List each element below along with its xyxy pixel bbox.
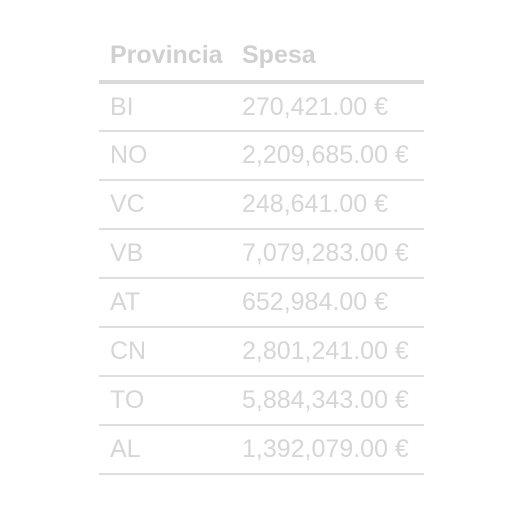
cell-spesa: 2,801,241.00 € <box>242 337 409 365</box>
table-row: VB 7,079,283.00 € <box>99 229 424 278</box>
table-row: BI 270,421.00 € <box>99 82 424 131</box>
table-row: NO 2,209,685.00 € <box>99 131 424 180</box>
header-spesa: Spesa <box>242 40 316 69</box>
cell-spesa: 248,641.00 € <box>242 190 388 218</box>
table-row: AL 1,392,079.00 € <box>99 425 424 474</box>
header-provincia: Provincia <box>110 40 223 69</box>
cell-spesa: 652,984.00 € <box>242 288 388 316</box>
table-row: TO 5,884,343.00 € <box>99 376 424 425</box>
cell-spesa: 270,421.00 € <box>242 92 388 121</box>
cell-spesa: 7,079,283.00 € <box>242 239 409 267</box>
cell-provincia: TO <box>110 386 145 414</box>
table-row: CN 2,801,241.00 € <box>99 327 424 376</box>
cell-spesa: 5,884,343.00 € <box>242 386 409 414</box>
cell-provincia: AT <box>110 288 141 316</box>
cell-spesa: 2,209,685.00 € <box>242 141 409 169</box>
cell-provincia: NO <box>110 141 148 169</box>
table-row: AT 652,984.00 € <box>99 278 424 327</box>
table-body: BI 270,421.00 € NO 2,209,685.00 € VC 248… <box>99 82 424 474</box>
header-row: Provincia Spesa <box>99 30 424 82</box>
cell-provincia: VB <box>110 239 144 267</box>
spesa-table: Provincia Spesa BI 270,421.00 € NO 2,209… <box>99 30 424 475</box>
cell-provincia: BI <box>110 92 134 121</box>
table-header: Provincia Spesa <box>99 30 424 82</box>
cell-provincia: CN <box>110 337 147 365</box>
cell-provincia: VC <box>110 190 145 218</box>
spesa-table-container: Provincia Spesa BI 270,421.00 € NO 2,209… <box>99 30 424 475</box>
cell-spesa: 1,392,079.00 € <box>242 435 409 463</box>
table-row: VC 248,641.00 € <box>99 180 424 229</box>
cell-provincia: AL <box>110 435 141 463</box>
